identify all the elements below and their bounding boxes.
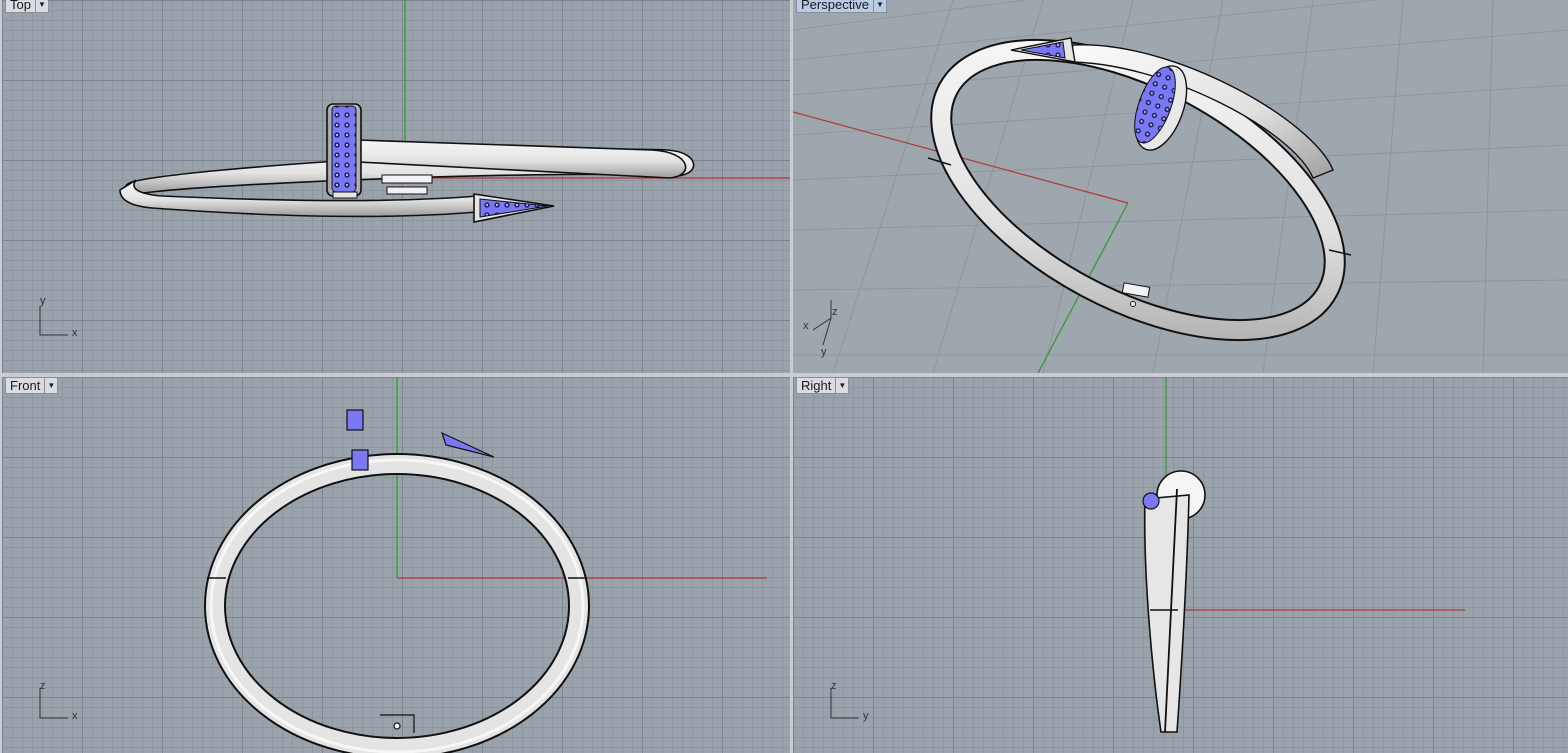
dropdown-arrow-icon[interactable]: ▼	[44, 378, 57, 393]
dropdown-arrow-icon[interactable]: ▼	[835, 378, 848, 393]
axis-label-z: z	[40, 680, 46, 692]
nail-head-gems	[331, 105, 357, 193]
viewport-title: Perspective	[801, 0, 869, 12]
axis-label-z: z	[832, 306, 838, 318]
axis-label-z: z	[831, 680, 837, 692]
viewport-front[interactable]: x z Front ▼	[2, 377, 790, 753]
nail-tip-gems	[440, 431, 495, 458]
viewport-perspective[interactable]: x y z Perspective ▼	[793, 0, 1568, 373]
axis-label-x: x	[803, 320, 809, 332]
axis-indicator	[39, 688, 68, 719]
axis-label-x: x	[72, 327, 78, 339]
viewport-right[interactable]: y z Right ▼	[793, 377, 1568, 753]
nail-tip-gems	[1142, 492, 1160, 510]
viewport-title: Right	[801, 378, 832, 393]
viewport-top[interactable]: x y Top ▼	[2, 0, 790, 373]
clasp-slot	[381, 174, 433, 184]
viewport-tab-right[interactable]: Right ▼	[796, 377, 850, 394]
clasp-slot	[386, 186, 428, 195]
axis-label-y: y	[863, 710, 869, 722]
axis-indicator	[830, 688, 859, 719]
viewport-tab-perspective[interactable]: Perspective ▼	[796, 0, 887, 13]
axis-label-y: y	[40, 295, 46, 307]
top-view-scene	[39, 0, 790, 336]
right-view-scene	[830, 377, 1465, 733]
viewport-title: Front	[10, 378, 41, 393]
nail-head-gems	[351, 449, 369, 471]
axis-label-y: y	[821, 346, 827, 358]
viewport-title: Top	[10, 0, 31, 12]
dropdown-arrow-icon[interactable]: ▼	[34, 0, 48, 12]
viewport-tab-front[interactable]: Front ▼	[5, 377, 59, 394]
axis-label-x: x	[72, 710, 78, 722]
dropdown-arrow-icon[interactable]: ▼	[872, 0, 886, 12]
perspective-view-scene	[793, 0, 1568, 373]
nail-head-gems	[346, 409, 364, 431]
axis-indicator	[39, 306, 68, 336]
viewport-tab-top[interactable]: Top ▼	[5, 0, 49, 13]
front-view-scene	[39, 377, 767, 753]
